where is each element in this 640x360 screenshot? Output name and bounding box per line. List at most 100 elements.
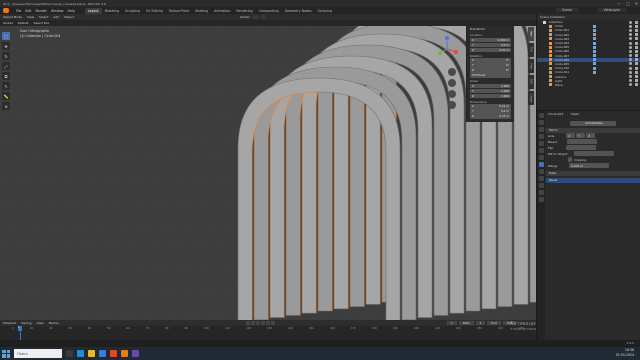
scene-selector[interactable]: Scene [556,8,578,12]
clipping-checkbox[interactable] [568,157,572,162]
bevel-modifier-header[interactable]: Bevel [546,177,640,183]
visibility-eye-icon[interactable] [629,37,632,41]
axis-z-toggle[interactable]: Z [586,133,596,138]
menu-window[interactable]: Window [51,9,64,13]
tab-uv-editing[interactable]: UV Editing [143,8,166,14]
view-layer-selector[interactable]: ViewLayer [597,8,626,12]
render-camera-icon[interactable] [635,62,638,66]
tab-modeling[interactable]: Modeling [102,8,123,14]
visibility-eye-icon[interactable] [629,54,632,58]
render-camera-icon[interactable] [635,49,638,53]
menu-view[interactable]: View [27,15,34,19]
timeline-editor[interactable]: Playback Keying View Marker 1 Start 1 En… [0,320,536,340]
transform-tool-icon[interactable]: ⧉ [2,72,10,80]
current-frame-field[interactable]: 1 [446,321,457,325]
physics-props-icon[interactable] [538,176,544,181]
menu-select[interactable]: Select [39,15,48,19]
start-frame-field[interactable]: 1 [475,321,486,325]
render-camera-icon[interactable] [635,37,638,41]
taskbar-search-input[interactable]: Поиск [14,349,62,358]
bisect-toggles[interactable] [567,139,598,144]
visibility-eye-icon[interactable] [629,70,632,74]
menu-object[interactable]: Object [64,15,74,19]
camera-view-icon[interactable] [448,90,456,98]
maximize-button[interactable]: □ [626,1,630,6]
measure-tool-icon[interactable]: 📏 [2,92,10,100]
tab-layout[interactable]: Layout [84,7,102,14]
particles-props-icon[interactable] [538,169,544,174]
jump-end-icon[interactable] [271,321,275,325]
pan-hand-icon[interactable] [448,79,456,87]
select-box-tool-icon[interactable]: ⬚ [2,32,10,40]
annotate-tool-icon[interactable]: ✎ [2,82,10,90]
tab-sculpting[interactable]: Sculpting [122,8,143,14]
scale-z-field[interactable]: Z 1.000 [470,93,511,98]
chrome-browser-icon[interactable] [110,350,117,357]
render-camera-icon[interactable] [635,20,638,24]
task-view-icon[interactable] [66,350,73,357]
tab-tool[interactable]: Tool [528,43,534,57]
render-camera-icon[interactable] [635,41,638,45]
play-reverse-icon[interactable] [256,321,260,325]
tab-view[interactable]: View [528,59,534,73]
frame-ruler[interactable]: 0 10 20 30 40 50 60 70 80 90 100 110 120 130 140 150 160… [0,327,536,332]
render-camera-icon[interactable] [635,54,638,58]
proportional-edit-icon[interactable] [260,15,266,19]
dimensions-x-field[interactable]: X 0.21 m [470,104,511,109]
location-z-field[interactable]: Z 0.01 m [470,47,511,52]
visibility-eye-icon[interactable] [629,75,632,79]
navigation-gizmo[interactable] [432,34,462,114]
render-camera-icon[interactable] [635,45,638,49]
drag-selector[interactable]: Select Box [34,21,50,25]
menu-render[interactable]: Render [36,9,47,13]
dimensions-y-field[interactable]: Y 0.2 m [470,109,511,114]
menu-help[interactable]: Help [67,9,74,13]
scale-y-field[interactable]: Y 1.000 [470,88,511,93]
tab-geometry-nodes[interactable]: Geometry Nodes [282,8,315,14]
visibility-eye-icon[interactable] [629,79,632,83]
add-modifier-button[interactable]: Add Modifier [570,121,616,126]
visibility-eye-icon[interactable] [629,24,632,28]
snap-icon[interactable] [252,15,258,19]
jump-start-icon[interactable] [246,321,250,325]
windows-start-icon[interactable] [2,349,10,358]
move-tool-icon[interactable]: ✥ [2,42,10,50]
scale-x-field[interactable]: X 1.000 [470,83,511,88]
render-camera-icon[interactable] [635,75,638,79]
tab-item[interactable]: Item [528,27,534,41]
object-props-icon[interactable] [538,155,544,160]
menu-edit[interactable]: Edit [25,9,31,13]
merge-field[interactable]: 0.001 m [569,163,610,168]
rotate-tool-icon[interactable]: ↻ [2,52,10,60]
obs-icon[interactable] [132,350,139,357]
next-key-icon[interactable] [266,321,270,325]
mesh-name[interactable]: Mesh [571,112,579,116]
data-subpanel[interactable]: Data [546,170,640,176]
visibility-eye-icon[interactable] [629,45,632,49]
tab-animation[interactable]: Animation [211,8,233,14]
close-button[interactable]: ✕ [635,1,638,6]
axis-gizmo-icon[interactable] [432,34,462,64]
transform-orientation[interactable]: Global [240,15,250,19]
visibility-eye-icon[interactable] [629,83,632,87]
minimize-button[interactable]: — [617,1,621,6]
outliner-item[interactable]: Plane [537,83,640,87]
axis-y-toggle[interactable]: Y [576,133,586,138]
visibility-eye-icon[interactable] [629,41,632,45]
tab-rendering[interactable]: Rendering [233,8,255,14]
zoom-icon[interactable] [448,68,456,76]
rotation-y-field[interactable]: Y 0° [470,63,511,68]
object-name[interactable]: Circle.004 [548,112,563,116]
axis-x-toggle[interactable]: X [566,133,576,138]
flip-toggles[interactable] [566,145,597,150]
menu-add[interactable]: Add [53,15,59,19]
visibility-eye-icon[interactable] [629,33,632,37]
tab-create[interactable]: Create [528,91,534,105]
rotation-x-field[interactable]: X 0° [470,58,511,63]
grid-toggle-icon[interactable] [448,101,456,109]
tool-props-icon[interactable] [538,113,544,118]
file-explorer-icon[interactable] [88,350,95,357]
menu-marker[interactable]: Marker [49,321,59,325]
data-props-icon[interactable] [538,190,544,195]
world-props-icon[interactable] [538,148,544,153]
